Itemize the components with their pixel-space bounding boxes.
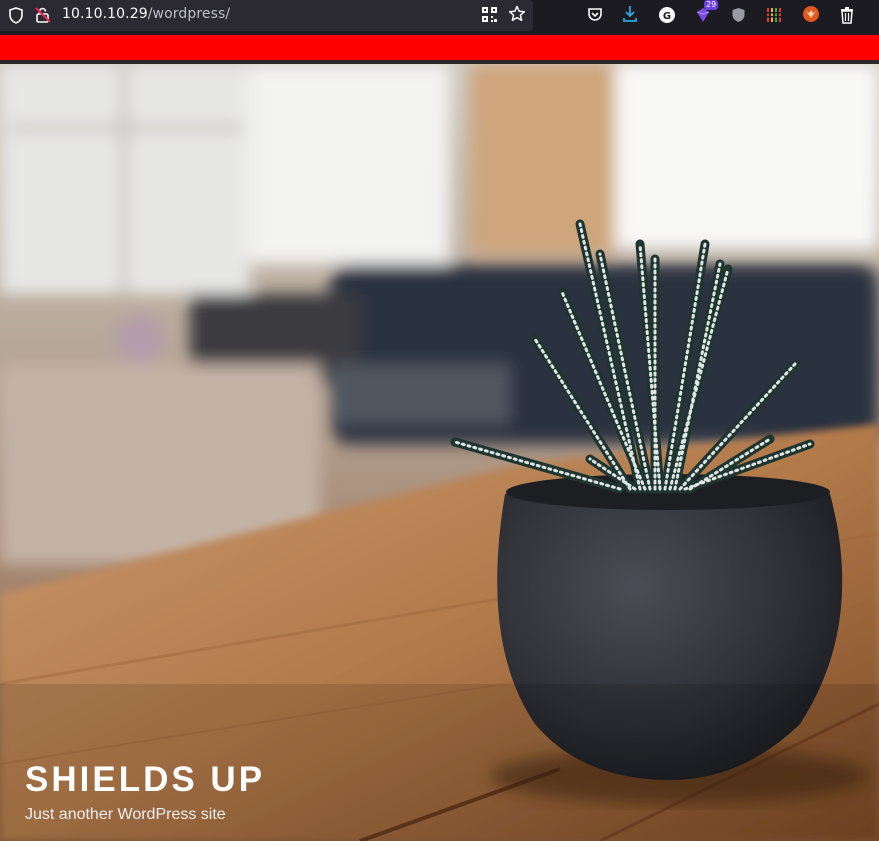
privacy-shield-icon[interactable] — [731, 7, 746, 23]
extension-count-badge: 29 — [704, 0, 719, 10]
bookmark-star-icon[interactable] — [508, 5, 526, 23]
url-text[interactable]: 10.10.10.29/wordpress/ — [62, 6, 230, 22]
shield-icon[interactable] — [8, 7, 24, 24]
browser-toolbar: 10.10.10.29/wordpress/ G 29 — [0, 0, 879, 31]
site-description: Just another WordPress site — [25, 806, 226, 823]
equalizer-icon[interactable] — [766, 6, 782, 24]
red-banner — [0, 35, 879, 60]
succulent-photo — [0, 64, 879, 841]
header-image — [0, 64, 879, 841]
site-title[interactable]: SHIELDS UP — [25, 760, 265, 800]
url-path: /wordpress/ — [147, 6, 231, 22]
svg-text:G: G — [663, 11, 671, 22]
insecure-lock-icon[interactable] — [34, 6, 52, 24]
grammarly-icon[interactable]: G — [658, 6, 676, 24]
pocket-icon[interactable] — [587, 7, 603, 23]
url-host: 10.10.10.29 — [62, 6, 148, 22]
fox-extension-icon[interactable] — [802, 5, 820, 23]
download-icon[interactable] — [622, 5, 638, 23]
url-bar[interactable]: 10.10.10.29/wordpress/ — [0, 0, 533, 31]
trash-icon[interactable] — [839, 6, 855, 24]
qr-code-icon[interactable] — [482, 7, 497, 22]
